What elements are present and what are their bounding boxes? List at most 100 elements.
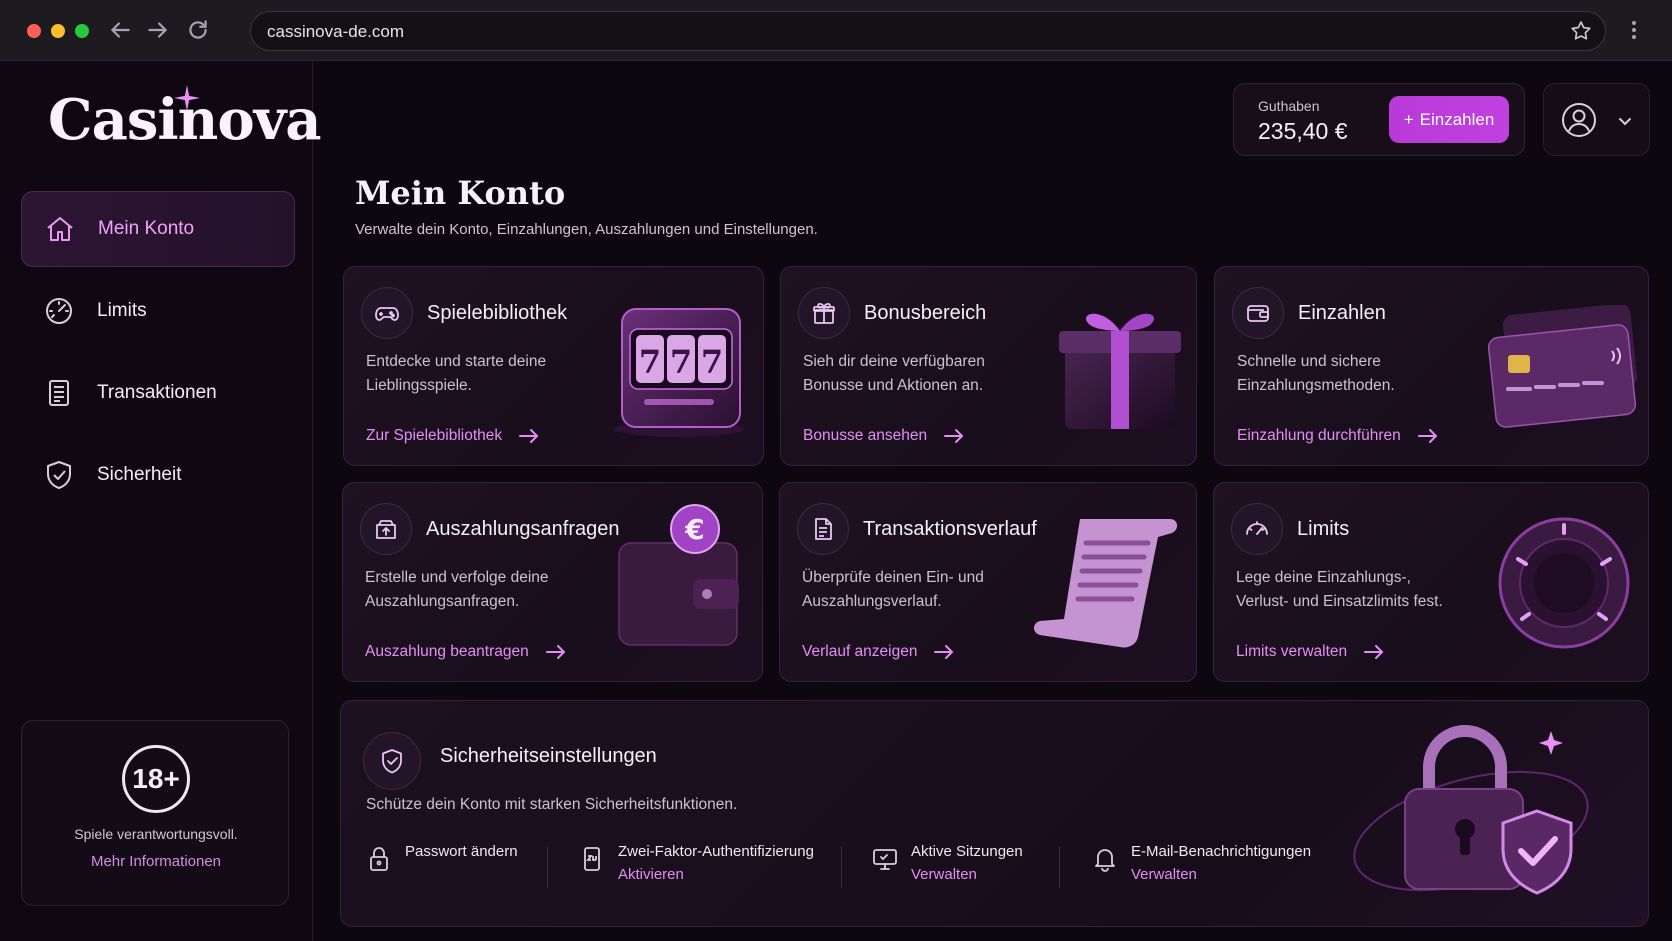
- lock-icon: [365, 845, 393, 873]
- address-bar[interactable]: cassinova-de.com: [250, 11, 1606, 51]
- arrow-right-icon: [545, 645, 566, 659]
- card-title: Auszahlungsanfragen: [426, 518, 620, 540]
- wallet-icon: [1232, 287, 1284, 339]
- card-title: Limits: [1297, 518, 1350, 540]
- sidebar-item-label: Transaktionen: [97, 382, 217, 403]
- card-title: Einzahlen: [1298, 302, 1386, 324]
- card-einzahlen[interactable]: Einzahlen Schnelle und sichere Einzahlun…: [1214, 266, 1649, 466]
- activate-2fa-link[interactable]: Aktivieren: [618, 866, 684, 883]
- card-limits[interactable]: Limits Lege deine Einzahlungs-, Verlust-…: [1213, 482, 1649, 682]
- sidebar-item-label: Sicherheit: [97, 464, 182, 485]
- age-badge: 18+: [122, 745, 190, 813]
- browser-menu-icon[interactable]: [1626, 18, 1642, 42]
- minimize-window-button[interactable]: [51, 24, 65, 38]
- deposit-button-label: Einzahlen: [1419, 109, 1495, 129]
- arrow-right-icon: [519, 429, 539, 443]
- card-description: Sieh dir deine verfügbaren Bonusse und A…: [803, 353, 985, 394]
- arrow-right-icon: [934, 645, 954, 659]
- close-window-button[interactable]: [27, 24, 41, 38]
- bell-icon: [1091, 845, 1119, 873]
- reload-icon[interactable]: [185, 17, 211, 43]
- card-spielebibliothek[interactable]: Spielebibliothek Entdecke und starte dei…: [343, 266, 764, 466]
- box-upload-icon: [360, 503, 412, 555]
- divider: [841, 846, 842, 888]
- shield-check-icon: [363, 732, 421, 790]
- card-title: Transaktionsverlauf: [863, 518, 1037, 540]
- sidebar-item-mein-konto[interactable]: Mein Konto: [21, 191, 295, 267]
- responsible-gaming-text: Spiele verantwortungsvoll.: [74, 826, 238, 842]
- sidebar: Casinova Mein Konto Limits Transaktionen…: [0, 61, 322, 941]
- responsible-gaming-card: 18+ Spiele verantwortungsvoll. Mehr Info…: [21, 720, 289, 906]
- card-link-label: Limits verwalten: [1236, 643, 1348, 660]
- balance-panel: Guthaben 235,40 € + Einzahlen: [1233, 83, 1525, 156]
- card-link-label: Verlauf anzeigen: [802, 643, 918, 660]
- credit-card-illustration: [1487, 305, 1638, 428]
- sparkle-icon: [174, 85, 200, 111]
- user-avatar-icon: [1562, 103, 1596, 137]
- slot-reel-2: 7: [670, 343, 692, 381]
- card-link[interactable]: Auszahlung beantragen: [365, 643, 567, 661]
- phone-2fa-icon: [578, 845, 606, 873]
- security-settings-card: Sicherheitseinstellungen Schütze dein Ko…: [340, 700, 1649, 927]
- arrow-right-icon: [944, 429, 964, 443]
- card-link-label: Bonusse ansehen: [803, 427, 928, 444]
- manage-sessions-link[interactable]: Verwalten: [911, 866, 977, 883]
- gauge-icon: [1231, 503, 1283, 555]
- slot-reel-1: 7: [639, 343, 661, 381]
- card-link[interactable]: Bonusse ansehen: [803, 427, 965, 445]
- two-factor-item[interactable]: Zwei-Faktor-Authentifizierung Aktivieren: [578, 843, 833, 893]
- more-info-link[interactable]: Mehr Informationen: [22, 853, 290, 870]
- card-title: Spielebibliothek: [427, 302, 568, 324]
- document-icon: [43, 377, 75, 409]
- card-link[interactable]: Zur Spielebibliothek: [366, 427, 540, 445]
- card-bonusbereich[interactable]: Bonusbereich Sieh dir deine verfügbaren …: [780, 266, 1197, 466]
- deposit-button[interactable]: + Einzahlen: [1389, 96, 1509, 143]
- change-password-item[interactable]: Passwort ändern: [365, 843, 535, 893]
- user-menu-button[interactable]: [1543, 83, 1650, 156]
- forward-arrow-icon[interactable]: [145, 17, 171, 43]
- sidebar-item-transaktionen[interactable]: Transaktionen: [21, 355, 295, 431]
- balance-label: Guthaben: [1258, 98, 1320, 114]
- active-sessions-item[interactable]: Aktive Sitzungen Verwalten: [871, 843, 1051, 893]
- receipt-illustration: [1034, 519, 1178, 648]
- page-subtitle: Verwalte dein Konto, Einzahlungen, Ausza…: [355, 221, 818, 238]
- security-item-title: Zwei-Faktor-Authentifizierung: [618, 843, 814, 860]
- arrow-right-icon: [1417, 429, 1438, 443]
- card-auszahlungsanfragen[interactable]: Auszahlungsanfragen Erstelle und verfolg…: [342, 482, 763, 682]
- card-transaktionsverlauf[interactable]: Transaktionsverlauf Überprüfe deinen Ein…: [779, 482, 1197, 682]
- sidebar-item-label: Limits: [97, 300, 147, 321]
- security-item-title: Aktive Sitzungen: [911, 843, 1023, 860]
- dial-illustration: [1498, 517, 1630, 649]
- gift-box-illustration: [1059, 313, 1181, 429]
- slot-machine-illustration: 7 7 7: [614, 308, 744, 437]
- security-item-title: Passwort ändern: [405, 843, 518, 860]
- shield-check-icon: [43, 459, 75, 491]
- sidebar-item-label: Mein Konto: [98, 218, 195, 239]
- card-description: Erstelle und verfolge deine Auszahlungsa…: [365, 569, 549, 610]
- back-arrow-icon[interactable]: [107, 17, 133, 43]
- bookmark-star-icon[interactable]: [1569, 19, 1593, 43]
- card-description: Entdecke und starte deine Lieblingsspiel…: [366, 353, 547, 394]
- card-title: Bonusbereich: [864, 302, 987, 324]
- card-link[interactable]: Limits verwalten: [1236, 643, 1385, 661]
- security-description: Schütze dein Konto mit starken Sicherhei…: [366, 796, 738, 813]
- plus-icon: +: [1403, 109, 1414, 129]
- maximize-window-button[interactable]: [75, 24, 89, 38]
- sidebar-item-limits[interactable]: Limits: [21, 273, 295, 349]
- card-link-label: Einzahlung durchführen: [1237, 427, 1401, 444]
- sidebar-item-sicherheit[interactable]: Sicherheit: [21, 437, 295, 513]
- url-text: cassinova-de.com: [267, 22, 405, 41]
- divider: [547, 846, 548, 888]
- security-title: Sicherheitseinstellungen: [440, 745, 657, 767]
- balance-value: 235,40 €: [1258, 118, 1348, 144]
- page-title: Mein Konto: [355, 174, 566, 212]
- card-link[interactable]: Verlauf anzeigen: [802, 643, 955, 661]
- email-notifications-item[interactable]: E-Mail-Benachrichtigungen Verwalten: [1091, 843, 1331, 893]
- divider: [1059, 846, 1060, 888]
- security-item-title: E-Mail-Benachrichtigungen: [1131, 843, 1312, 860]
- wallet-illustration: €: [618, 504, 739, 646]
- browser-toolbar: cassinova-de.com: [0, 0, 1672, 61]
- manage-notifications-link[interactable]: Verwalten: [1131, 866, 1197, 883]
- card-link[interactable]: Einzahlung durchführen: [1237, 427, 1439, 445]
- home-icon: [44, 213, 76, 245]
